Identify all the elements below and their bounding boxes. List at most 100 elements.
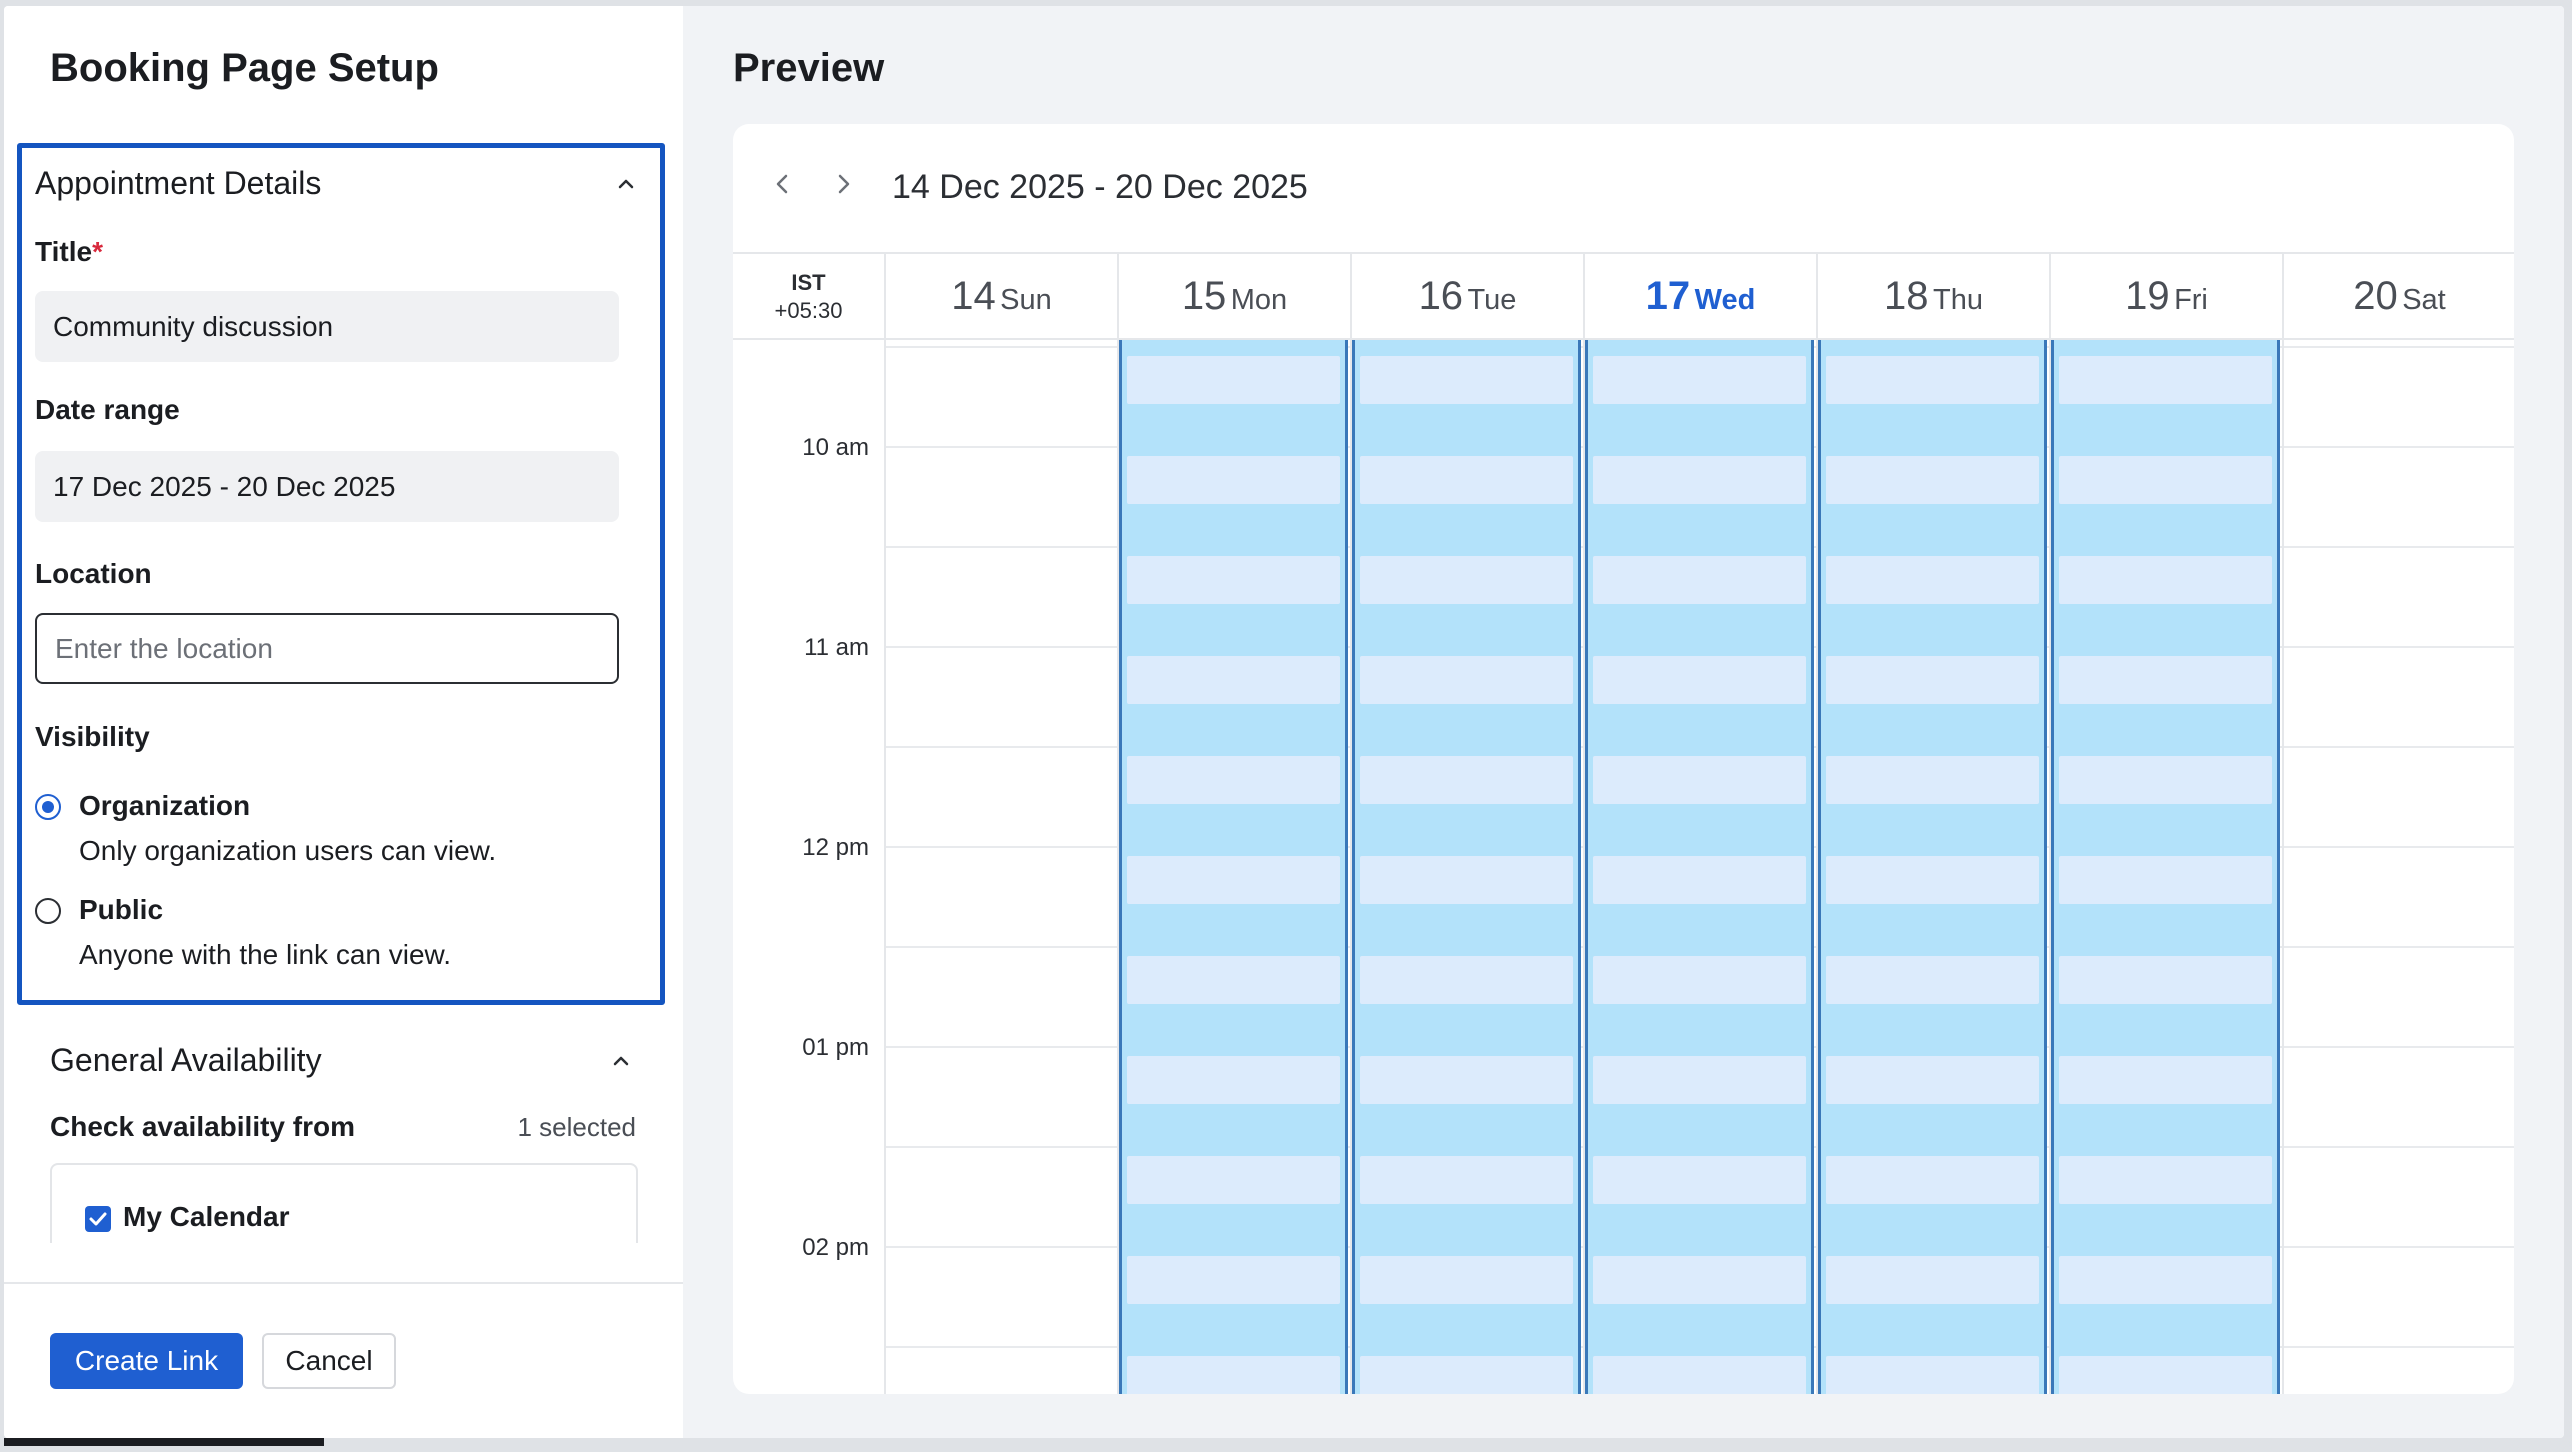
time-slot[interactable] (1127, 656, 1340, 704)
time-slot[interactable] (1826, 1156, 2039, 1204)
time-slot[interactable] (1826, 856, 2039, 904)
chevron-right-icon[interactable] (827, 168, 859, 200)
general-availability-heading: General Availability (50, 1042, 322, 1078)
public-radio[interactable] (35, 898, 61, 924)
time-slot[interactable] (1127, 1356, 1340, 1394)
time-slot[interactable] (1826, 1256, 2039, 1304)
time-slot[interactable] (2059, 756, 2272, 804)
time-slot[interactable] (1127, 456, 1340, 504)
selected-count: 1 selected (517, 1112, 636, 1142)
time-slot[interactable] (1593, 1056, 1806, 1104)
time-slot[interactable] (1360, 1056, 1573, 1104)
time-slot[interactable] (1360, 956, 1573, 1004)
time-slot[interactable] (1127, 956, 1340, 1004)
time-slot[interactable] (1360, 556, 1573, 604)
time-slot[interactable] (2059, 456, 2272, 504)
timezone-offset: +05:30 (774, 298, 843, 323)
required-mark: * (92, 236, 103, 267)
time-slot[interactable] (2059, 556, 2272, 604)
time-slot[interactable] (1360, 756, 1573, 804)
title-input[interactable]: Community discussion (35, 291, 619, 362)
chevron-up-icon[interactable] (609, 1049, 633, 1073)
time-slot[interactable] (1826, 456, 2039, 504)
day-header-wed: 17 Wed (1583, 254, 1816, 340)
time-label: 10 am (802, 434, 869, 461)
time-label: 11 am (804, 634, 869, 661)
section-heading: Appointment Details (35, 165, 322, 201)
time-slot[interactable] (1593, 356, 1806, 404)
time-slot[interactable] (2059, 1256, 2272, 1304)
time-slot[interactable] (2059, 356, 2272, 404)
timezone-cell: IST +05:30 (733, 254, 884, 340)
organization-label[interactable]: Organization (79, 790, 250, 822)
time-slot[interactable] (1826, 556, 2039, 604)
availability-wed[interactable] (1585, 340, 1814, 1394)
time-slot[interactable] (1127, 556, 1340, 604)
time-slot[interactable] (1826, 956, 2039, 1004)
location-input[interactable]: Enter the location (35, 613, 619, 684)
timezone-name: IST (791, 270, 826, 295)
time-slot[interactable] (1593, 1356, 1806, 1394)
public-label[interactable]: Public (79, 894, 163, 926)
day-header-tue: 16 Tue (1350, 254, 1583, 340)
time-slot[interactable] (1360, 356, 1573, 404)
time-slot[interactable] (1826, 356, 2039, 404)
time-slot[interactable] (2059, 856, 2272, 904)
time-slot[interactable] (1826, 1056, 2039, 1104)
time-slot[interactable] (1593, 1156, 1806, 1204)
my-calendar-checkbox[interactable] (85, 1206, 111, 1232)
time-slot[interactable] (1360, 1156, 1573, 1204)
time-slot[interactable] (1360, 1356, 1573, 1394)
chevron-up-icon[interactable] (614, 172, 638, 196)
create-link-button[interactable]: Create Link (50, 1333, 243, 1389)
time-slot[interactable] (1360, 656, 1573, 704)
time-slot[interactable] (2059, 956, 2272, 1004)
day-divider (2282, 340, 2284, 1394)
time-slot[interactable] (1826, 1356, 2039, 1394)
my-calendar-label[interactable]: My Calendar (123, 1201, 290, 1233)
time-slot[interactable] (1826, 656, 2039, 704)
calendar-list: My Calendar (50, 1163, 638, 1243)
time-slot[interactable] (1127, 756, 1340, 804)
availability-mon[interactable] (1119, 340, 1348, 1394)
time-slot[interactable] (1593, 856, 1806, 904)
time-slot[interactable] (1127, 1056, 1340, 1104)
week-range-label: 14 Dec 2025 - 20 Dec 2025 (892, 168, 1308, 206)
time-slot[interactable] (1593, 956, 1806, 1004)
time-slot[interactable] (1360, 856, 1573, 904)
time-slot[interactable] (1593, 656, 1806, 704)
organization-description: Only organization users can view. (79, 835, 497, 866)
setup-panel: Booking Page Setup Appointment Details T… (4, 6, 683, 1438)
time-slot[interactable] (1826, 756, 2039, 804)
time-slot[interactable] (1593, 756, 1806, 804)
cancel-button[interactable]: Cancel (262, 1333, 396, 1389)
location-label: Location (35, 558, 152, 589)
time-label: 12 pm (802, 834, 869, 861)
availability-thu[interactable] (1818, 340, 2047, 1394)
preview-panel: Preview 14 Dec 2025 - 20 Dec 2025 IST +0… (683, 6, 2564, 1438)
time-slot[interactable] (2059, 1356, 2272, 1394)
chevron-left-icon[interactable] (767, 168, 799, 200)
time-slot[interactable] (1593, 1256, 1806, 1304)
panel-title: Booking Page Setup (50, 46, 439, 90)
public-description: Anyone with the link can view. (79, 939, 451, 970)
date-range-input[interactable]: 17 Dec 2025 - 20 Dec 2025 (35, 451, 619, 522)
availability-tue[interactable] (1352, 340, 1581, 1394)
availability-fri[interactable] (2051, 340, 2280, 1394)
time-slot[interactable] (1127, 856, 1340, 904)
time-label: 02 pm (802, 1234, 869, 1261)
time-slot[interactable] (1360, 1256, 1573, 1304)
day-header-fri: 19 Fri (2049, 254, 2282, 340)
time-slot[interactable] (1360, 456, 1573, 504)
organization-radio[interactable] (35, 794, 61, 820)
time-slot[interactable] (2059, 1056, 2272, 1104)
time-slot[interactable] (1593, 456, 1806, 504)
time-slot[interactable] (1127, 1156, 1340, 1204)
date-range-label: Date range (35, 394, 180, 425)
time-slot[interactable] (2059, 1156, 2272, 1204)
time-slot[interactable] (1593, 556, 1806, 604)
time-slot[interactable] (1127, 356, 1340, 404)
calendar-nav: 14 Dec 2025 - 20 Dec 2025 (733, 124, 2514, 252)
time-slot[interactable] (2059, 656, 2272, 704)
time-slot[interactable] (1127, 1256, 1340, 1304)
